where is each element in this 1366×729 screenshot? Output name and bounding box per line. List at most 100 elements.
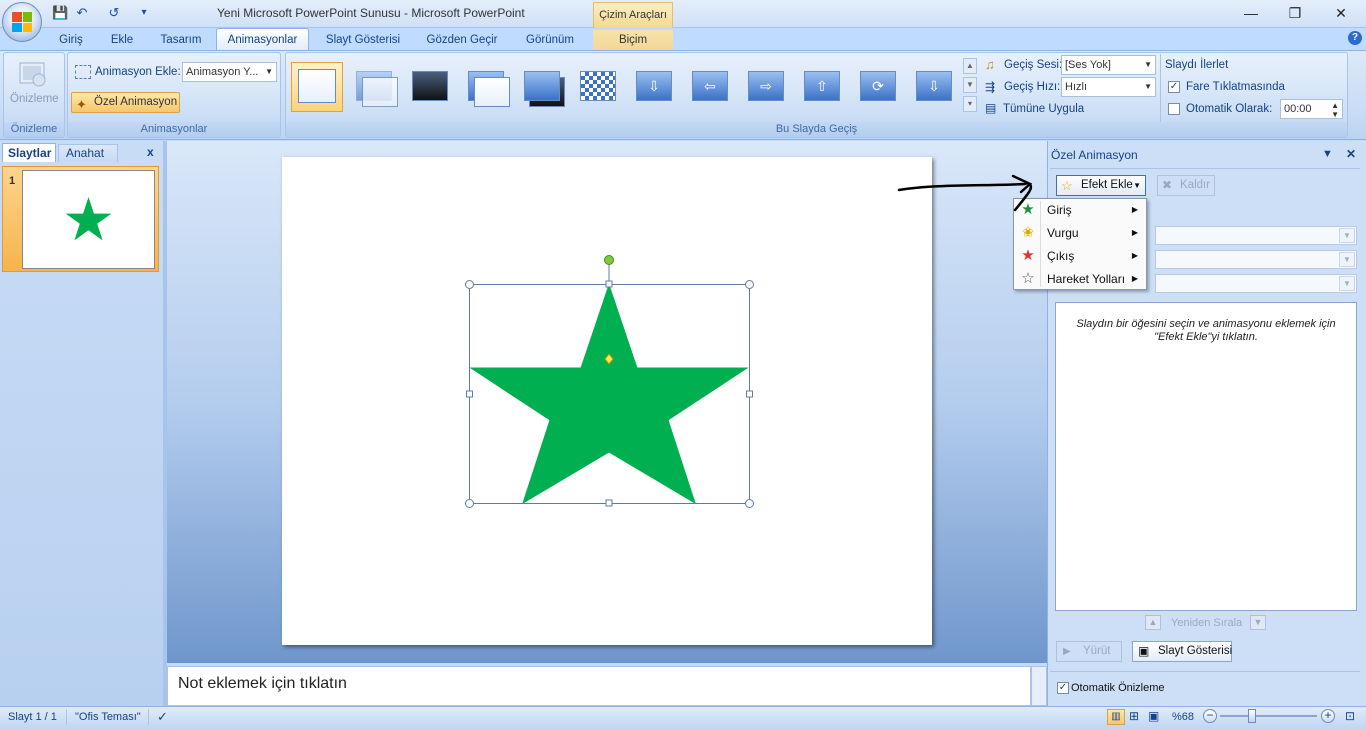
slide[interactable] (282, 157, 932, 645)
animations-group-label: Animasyonlar (68, 122, 280, 137)
pane-options-icon[interactable]: ▼ (1322, 148, 1333, 160)
resize-handle[interactable] (465, 280, 474, 289)
transition-dissolve[interactable] (570, 62, 622, 112)
menu-item-emphasis[interactable]: ✬ Vurgu ▶ (1014, 222, 1146, 244)
sound-combo[interactable]: [Ses Yok] ▼ (1061, 55, 1156, 75)
zoom-in-icon[interactable]: + (1321, 709, 1335, 723)
remove-button[interactable]: ✖ Kaldır (1157, 175, 1215, 196)
zoom-slider[interactable] (1220, 715, 1317, 717)
tab-bicim[interactable]: Biçim (593, 30, 673, 50)
context-tab-group-title: Çizim Araçları (593, 2, 673, 28)
close-pane-icon[interactable]: x (147, 145, 154, 159)
tab-ekle[interactable]: Ekle (103, 30, 141, 50)
minimize-button[interactable]: — (1241, 4, 1261, 22)
slide-number: 1 (9, 175, 16, 187)
restore-button[interactable]: ❐ (1285, 4, 1305, 22)
fit-to-window-icon[interactable]: ⊡ (1345, 709, 1355, 723)
gallery-more[interactable]: ▾ (963, 96, 977, 112)
spelling-check-icon[interactable]: ✓ (157, 709, 168, 725)
tab-slayt-gosterisi[interactable]: Slayt Gösterisi (320, 30, 406, 50)
speed-combo-value: Hızlı (1065, 81, 1087, 93)
office-button[interactable] (2, 2, 42, 42)
menu-item-motion-paths[interactable]: ☆ Hareket Yolları ▶ (1014, 268, 1146, 290)
speed-combo-pane[interactable]: ▼ (1155, 274, 1357, 293)
preview-button[interactable] (17, 58, 49, 90)
apply-all-button[interactable]: Tümüne Uygula (1003, 103, 1084, 115)
transition-fade-smoothly[interactable] (346, 62, 398, 112)
close-icon[interactable]: ✕ (1346, 147, 1356, 161)
transition-wipe-down[interactable]: ⇩ (626, 62, 678, 112)
divider (1050, 168, 1360, 169)
transition-cut[interactable] (458, 62, 510, 112)
play-icon: ▶ (1063, 646, 1071, 657)
tab-tasarim[interactable]: Tasarım (155, 30, 207, 50)
save-icon[interactable]: 💾 (52, 5, 68, 21)
transition-wipe-right[interactable]: ⇨ (738, 62, 790, 112)
menu-item-label: Vurgu (1047, 226, 1079, 240)
transition-cut-through-black[interactable] (514, 62, 566, 112)
notes-scrollbar[interactable] (1031, 666, 1047, 706)
tab-gozden-gecir[interactable]: Gözden Geçir (419, 30, 505, 50)
zoom-level[interactable]: %68 (1172, 711, 1194, 723)
slideshow-button[interactable]: ▣ Slayt Gösterisi (1132, 641, 1232, 662)
arrow-down-icon: ⇩ (916, 71, 952, 101)
tab-slides[interactable]: Slaytlar (2, 143, 56, 162)
resize-handle[interactable] (465, 499, 474, 508)
slide-sorter-icon[interactable]: ⊞ (1129, 709, 1139, 723)
star-shape[interactable] (469, 283, 749, 505)
menu-item-exit[interactable]: ★ Çıkış ▶ (1014, 245, 1146, 267)
on-click-checkbox[interactable]: ✓ (1168, 81, 1180, 93)
gallery-scroll-down[interactable]: ▼ (963, 77, 977, 93)
tab-animasyonlar[interactable]: Animasyonlar (216, 28, 309, 51)
help-icon[interactable]: ? (1348, 31, 1362, 45)
customize-qat-icon[interactable]: ▾ (136, 5, 152, 21)
theme-name[interactable]: "Ofis Teması" (75, 711, 141, 723)
resize-handle[interactable] (605, 499, 613, 507)
animation-list[interactable] (1055, 302, 1357, 611)
resize-handle[interactable] (745, 499, 754, 508)
animate-combo-value: Animasyon Y... (186, 66, 259, 78)
slideshow-label: Slayt Gösterisi (1158, 645, 1233, 657)
close-button[interactable]: ✕ (1331, 4, 1351, 22)
auto-advance-time-input[interactable]: 00:00 ▲ ▼ (1280, 99, 1343, 119)
tab-giris[interactable]: Giriş (52, 30, 90, 50)
move-up-icon[interactable]: ▲ (1145, 615, 1161, 630)
tab-gorunum[interactable]: Görünüm (518, 30, 582, 50)
notes-pane[interactable]: Not eklemek için tıklatın (167, 666, 1031, 706)
resize-handle[interactable] (745, 280, 754, 289)
auto-advance-time-value: 00:00 (1284, 103, 1312, 115)
property-combo[interactable]: ▼ (1155, 250, 1357, 269)
speed-combo[interactable]: Hızlı ▼ (1061, 77, 1156, 97)
zoom-slider-thumb[interactable] (1248, 709, 1256, 723)
slide-thumbnail[interactable] (22, 170, 155, 269)
add-effect-button[interactable]: ☆ Efekt Ekle ▼ (1056, 175, 1146, 196)
start-combo[interactable]: ▼ (1155, 226, 1357, 245)
undo-icon[interactable]: ↶ (74, 5, 90, 21)
custom-animation-button[interactable]: ✦ Özel Animasyon (71, 92, 180, 113)
transition-push-down[interactable]: ⇩ (906, 62, 958, 112)
normal-view-icon[interactable]: ▥ (1107, 709, 1125, 725)
auto-preview-checkbox[interactable]: ✓ (1057, 682, 1069, 694)
transition-wipe-up[interactable]: ⇧ (794, 62, 846, 112)
transition-fade-through-black[interactable] (402, 62, 454, 112)
tab-outline[interactable]: Anahat (58, 144, 118, 162)
resize-handle[interactable] (605, 280, 613, 288)
move-down-icon[interactable]: ▼ (1250, 615, 1266, 630)
divider (148, 709, 149, 725)
remove-label: Kaldır (1180, 179, 1211, 191)
zoom-out-icon[interactable]: − (1203, 709, 1217, 723)
slideshow-view-icon[interactable]: ▣ (1148, 709, 1159, 723)
redo-icon[interactable]: ↺ (106, 5, 122, 21)
resize-handle[interactable] (466, 390, 473, 398)
auto-advance-checkbox[interactable] (1168, 103, 1180, 115)
resize-handle[interactable] (746, 390, 753, 398)
transition-none[interactable] (291, 62, 343, 112)
animate-label: Animasyon Ekle: (95, 66, 181, 78)
animate-combo[interactable]: Animasyon Y... ▼ (182, 62, 277, 82)
spinner-icon: ▲ ▼ (1331, 101, 1339, 119)
transition-wheel[interactable]: ⟳ (850, 62, 902, 112)
transition-wipe-left[interactable]: ⇦ (682, 62, 734, 112)
rotation-handle[interactable] (604, 255, 614, 265)
play-button[interactable]: ▶ Yürüt (1056, 641, 1122, 662)
gallery-scroll-up[interactable]: ▲ (963, 58, 977, 74)
